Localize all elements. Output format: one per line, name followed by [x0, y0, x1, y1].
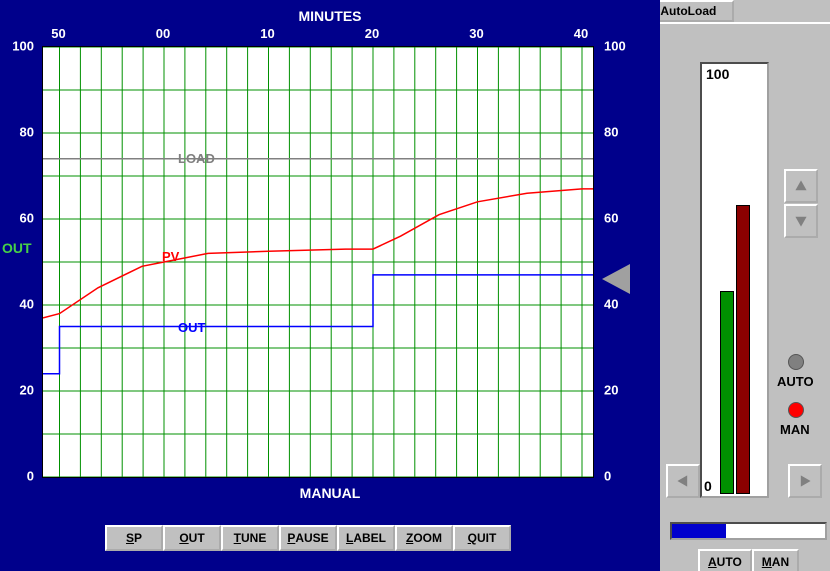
y-tick: 0 — [0, 469, 34, 484]
tune-button[interactable]: TUNE — [221, 525, 279, 551]
bargraph-green-bar — [720, 291, 734, 494]
man-button[interactable]: MAN — [752, 549, 799, 571]
bargraph-red-bar — [736, 205, 750, 494]
setpoint-marker-icon[interactable] — [598, 262, 632, 301]
quit-button[interactable]: QUIT — [453, 525, 511, 551]
auto-button[interactable]: AUTO — [698, 549, 752, 571]
side-panel: 100 0 AUTO MAN AUTO MAN — [660, 22, 830, 571]
y-tick: 100 — [604, 39, 638, 54]
decrease-left-button[interactable] — [666, 464, 700, 498]
chart-plot-area: LOAD PV OUT — [42, 46, 594, 478]
x-tick: 00 — [156, 26, 170, 41]
x-tick: 10 — [260, 26, 274, 41]
pv-trace-label: PV — [162, 249, 179, 264]
bottom-button-row: SP OUT TUNE PAUSE LABEL ZOOM QUIT — [105, 525, 511, 551]
y-axis-label: OUT — [2, 240, 32, 256]
increase-up-button[interactable] — [784, 169, 818, 203]
y-tick: 40 — [0, 297, 34, 312]
zoom-button[interactable]: ZOOM — [395, 525, 453, 551]
label-button[interactable]: LABEL — [337, 525, 395, 551]
y-tick: 80 — [604, 125, 638, 140]
x-tick: 50 — [51, 26, 65, 41]
y-tick: 60 — [0, 211, 34, 226]
vertical-bargraph: 100 0 — [700, 62, 769, 498]
bargraph-zero-label: 0 — [704, 478, 712, 494]
side-button-row: AUTO MAN — [698, 549, 799, 571]
auto-mode-label: AUTO — [777, 374, 814, 389]
bargraph-max-value: 100 — [706, 66, 729, 82]
txt: -AutoLoad — [656, 4, 716, 18]
horizontal-bargraph — [670, 522, 827, 540]
y-tick: 80 — [0, 125, 34, 140]
out-trace-label: OUT — [178, 320, 205, 335]
chart-panel: MINUTES 50 00 10 20 30 40 100 80 60 40 2… — [0, 0, 660, 571]
y-axis-ticks-right: 100 80 60 40 20 0 — [598, 46, 636, 476]
man-mode-label: MAN — [780, 422, 810, 437]
load-trace-label: LOAD — [178, 151, 215, 166]
man-status-led — [788, 402, 804, 418]
y-tick: 20 — [604, 383, 638, 398]
decrease-down-button[interactable] — [784, 204, 818, 238]
x-tick: 40 — [574, 26, 588, 41]
x-axis-ticks: 50 00 10 20 30 40 — [42, 26, 592, 44]
x-tick: 30 — [469, 26, 483, 41]
y-tick: 60 — [604, 211, 638, 226]
mode-label: MANUAL — [0, 485, 660, 501]
chart-title: MINUTES — [0, 8, 660, 24]
auto-status-led — [788, 354, 804, 370]
pause-button[interactable]: PAUSE — [279, 525, 337, 551]
increase-right-button[interactable] — [788, 464, 822, 498]
y-tick: 20 — [0, 383, 34, 398]
x-tick: 20 — [365, 26, 379, 41]
y-tick: 0 — [604, 469, 638, 484]
app-root: StepIncr StepDecr y-AutoLoad MINUTES 50 … — [0, 0, 830, 571]
out-button[interactable]: OUT — [163, 525, 221, 551]
sp-button[interactable]: SP — [105, 525, 163, 551]
y-tick: 100 — [0, 39, 34, 54]
horizontal-bargraph-fill — [672, 524, 726, 538]
y-axis-ticks-left: 100 80 60 40 20 0 — [0, 46, 38, 476]
